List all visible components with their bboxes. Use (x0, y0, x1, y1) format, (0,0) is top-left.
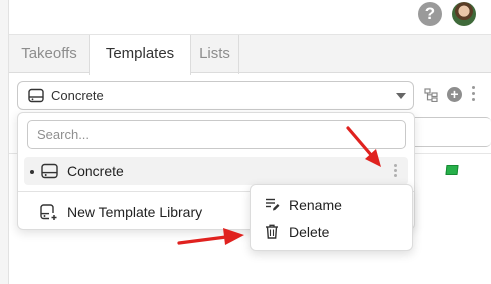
new-template-library-label: New Template Library (67, 204, 203, 220)
tab-bar: Takeoffs Templates Lists (9, 34, 491, 75)
library-item-label: Concrete (67, 163, 124, 179)
help-icon[interactable]: ? (418, 2, 442, 26)
drive-icon (41, 163, 58, 179)
background-field (407, 117, 491, 147)
rename-menu-item[interactable]: Rename (251, 192, 412, 218)
library-context-menu: Rename Delete (250, 184, 413, 251)
delete-label: Delete (289, 224, 330, 240)
selected-library-label: Concrete (51, 88, 104, 103)
avatar[interactable] (452, 2, 476, 26)
flag-icon (445, 165, 459, 175)
delete-menu-item[interactable]: Delete (251, 219, 412, 245)
tab-lists[interactable]: Lists (191, 35, 239, 74)
tree-structure-icon[interactable] (424, 88, 438, 102)
left-panel-edge (0, 0, 9, 284)
chevron-down-icon (396, 93, 406, 99)
drive-icon (28, 88, 44, 103)
rename-label: Rename (289, 197, 342, 213)
more-vertical-icon[interactable] (394, 164, 398, 179)
more-vertical-icon[interactable] (472, 86, 476, 104)
selected-bullet (30, 170, 34, 174)
red-arrow-annotation (177, 228, 244, 245)
tab-templates[interactable]: Templates (89, 35, 191, 75)
red-arrow-annotation (346, 126, 381, 167)
tab-takeoffs[interactable]: Takeoffs (9, 35, 89, 74)
trash-icon (266, 224, 278, 239)
template-library-select[interactable]: Concrete (17, 81, 414, 110)
edit-note-icon (266, 198, 280, 211)
new-library-icon (40, 204, 57, 220)
add-circle-icon[interactable]: + (447, 87, 462, 102)
